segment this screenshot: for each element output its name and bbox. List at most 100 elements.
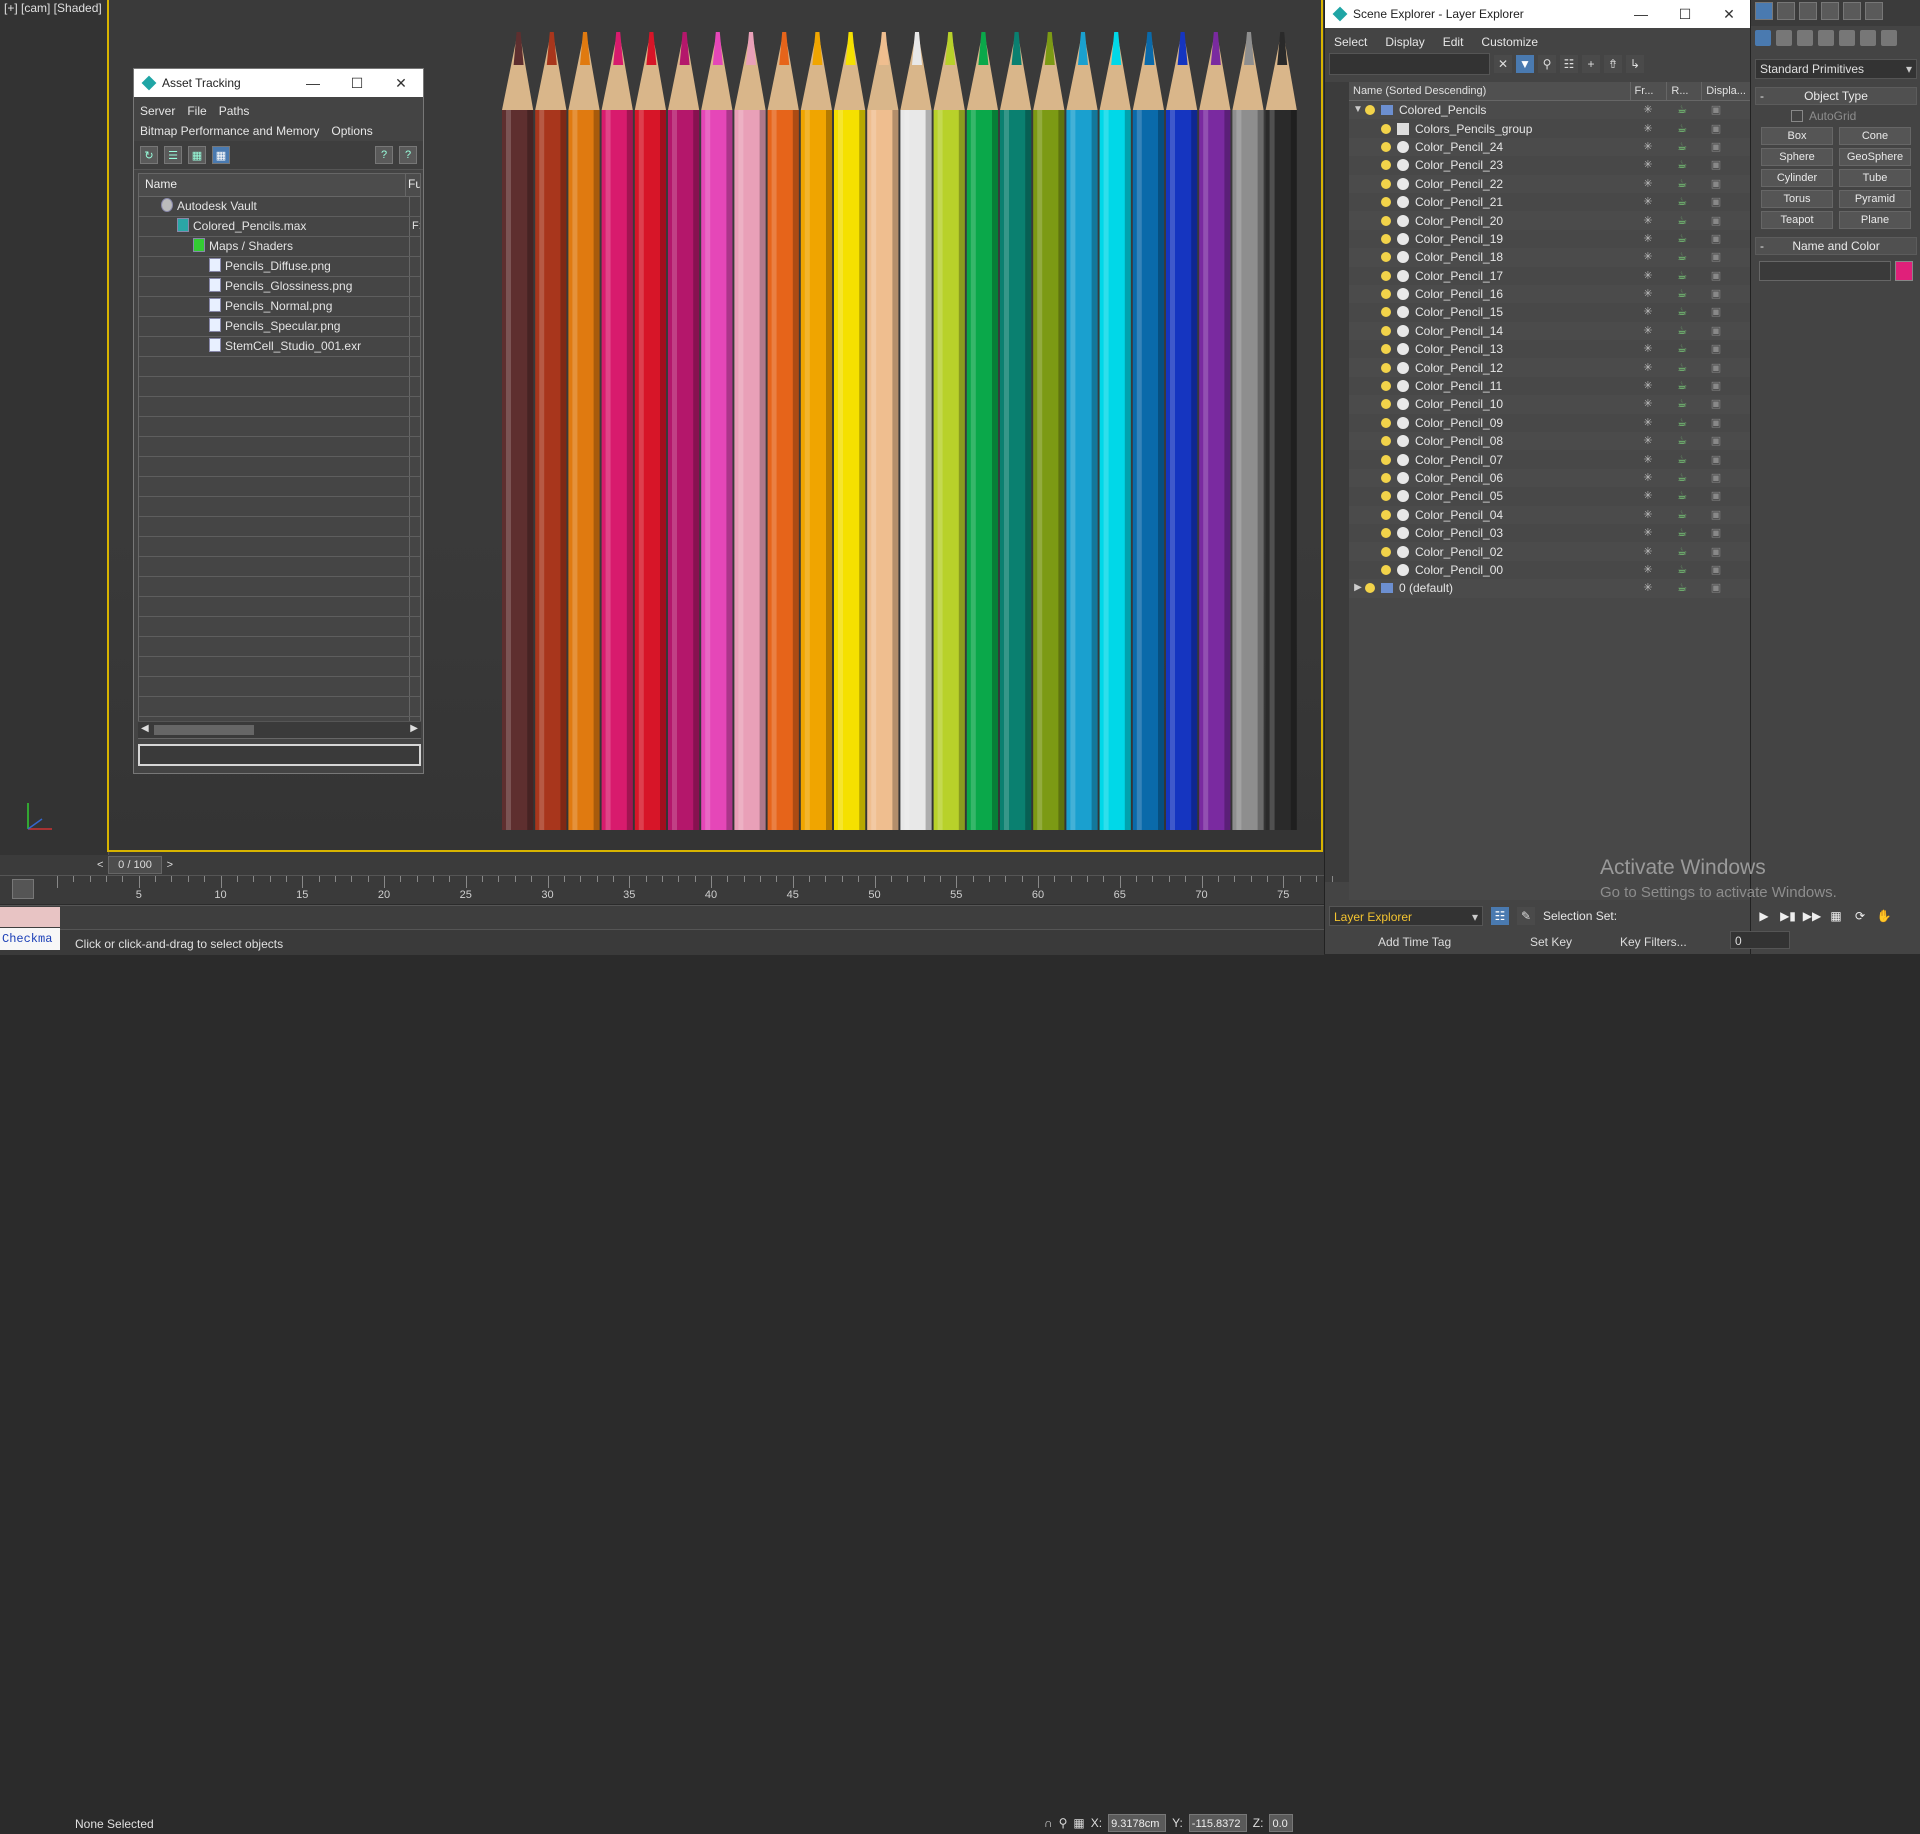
column-name[interactable]: Name — [139, 174, 405, 196]
freeze-icon[interactable]: ✳ — [1631, 469, 1665, 487]
freeze-icon[interactable]: ✳ — [1631, 212, 1665, 230]
play-icon[interactable]: ▶ — [1754, 907, 1774, 925]
freeze-icon[interactable]: ✳ — [1631, 414, 1665, 432]
primitive-cone-button[interactable]: Cone — [1839, 127, 1911, 145]
display-box-icon[interactable]: ▣ — [1699, 359, 1733, 377]
menu-file[interactable]: File — [181, 101, 212, 121]
display-box-icon[interactable]: ▣ — [1699, 193, 1733, 211]
renderable-icon[interactable]: ☕ — [1665, 120, 1699, 138]
light-bulb-icon[interactable] — [1381, 491, 1391, 502]
asset-path-field[interactable] — [138, 744, 421, 766]
display-box-icon[interactable]: ▣ — [1699, 101, 1733, 119]
light-bulb-icon[interactable] — [1381, 289, 1391, 300]
tree-object-row[interactable]: Color_Pencil_10 ✳ ☕ ▣ — [1349, 395, 1751, 414]
renderable-icon[interactable]: ☕ — [1665, 267, 1699, 285]
display-box-icon[interactable]: ▣ — [1699, 340, 1733, 358]
renderable-icon[interactable]: ☕ — [1665, 175, 1699, 193]
asset-tracking-window[interactable]: Asset Tracking — ☐ ✕ Server File Paths B… — [133, 68, 424, 774]
autogrid-checkbox[interactable]: AutoGrid — [1791, 109, 1917, 123]
freeze-icon[interactable]: ✳ — [1631, 138, 1665, 156]
light-bulb-icon[interactable] — [1381, 270, 1391, 281]
scroll-thumb[interactable] — [154, 725, 254, 735]
geometry-icon[interactable] — [1755, 30, 1771, 46]
asset-list[interactable]: Name Fu Autodesk Vault Colored_Pencils.ma… — [138, 173, 421, 739]
create-tab-icon[interactable] — [1755, 2, 1773, 20]
freeze-icon[interactable]: ✳ — [1631, 377, 1665, 395]
maxscript-listener-input[interactable]: Checkma — [0, 928, 60, 950]
renderable-icon[interactable]: ☕ — [1665, 506, 1699, 524]
systems-icon[interactable] — [1881, 30, 1897, 46]
object-color-swatch[interactable] — [1895, 261, 1913, 281]
display-box-icon[interactable]: ▣ — [1699, 579, 1733, 597]
tree-object-row[interactable]: Color_Pencil_15 ✳ ☕ ▣ — [1349, 303, 1751, 321]
prev-frame-button[interactable]: < — [97, 857, 103, 873]
primitive-type-dropdown[interactable]: Standard Primitives — [1755, 59, 1917, 79]
freeze-icon[interactable]: ✳ — [1631, 303, 1665, 321]
renderable-icon[interactable]: ☕ — [1665, 285, 1699, 303]
freeze-icon[interactable]: ✳ — [1631, 193, 1665, 211]
freeze-icon[interactable]: ✳ — [1631, 451, 1665, 469]
tree-object-row[interactable]: Color_Pencil_04 ✳ ☕ ▣ — [1349, 505, 1751, 524]
tree-object-row[interactable]: Color_Pencil_13 ✳ ☕ ▣ — [1349, 340, 1751, 358]
collapse-icon[interactable]: ▼ — [1351, 101, 1365, 119]
utilities-tab-icon[interactable] — [1865, 2, 1883, 20]
display-box-icon[interactable]: ▣ — [1699, 156, 1733, 174]
curve-editor-icon[interactable] — [12, 879, 34, 899]
magnet-icon[interactable]: ∩ — [1044, 1816, 1053, 1830]
freeze-icon[interactable]: ✳ — [1631, 561, 1665, 579]
tree-object-row[interactable]: Color_Pencil_21 ✳ ☕ ▣ — [1349, 193, 1751, 211]
asset-row[interactable] — [139, 397, 420, 417]
add-icon[interactable]: + — [1582, 55, 1600, 73]
light-bulb-icon[interactable] — [1365, 583, 1375, 594]
tree-object-row[interactable]: Color_Pencil_07 ✳ ☕ ▣ — [1349, 450, 1751, 468]
display-box-icon[interactable]: ▣ — [1699, 487, 1733, 505]
asset-row[interactable] — [139, 477, 420, 497]
asset-row[interactable]: StemCell_Studio_001.exr — [139, 337, 420, 357]
column-display[interactable]: Displa... — [1702, 82, 1751, 100]
display-box-icon[interactable]: ▣ — [1699, 414, 1733, 432]
renderable-icon[interactable]: ☕ — [1665, 432, 1699, 450]
display-box-icon[interactable]: ▣ — [1699, 285, 1733, 303]
light-bulb-icon[interactable] — [1381, 564, 1391, 575]
light-bulb-icon[interactable] — [1381, 436, 1391, 447]
selection-lock-icon[interactable]: ⚲ — [1059, 1816, 1068, 1830]
name-color-header[interactable]: Name and Color — [1755, 237, 1917, 255]
filter-icon[interactable]: ▼ — [1516, 55, 1534, 73]
tree-object-row[interactable]: Color_Pencil_00 ✳ ☕ ▣ — [1349, 561, 1751, 579]
display-box-icon[interactable]: ▣ — [1699, 506, 1733, 524]
minimize-icon[interactable]: — — [291, 75, 335, 91]
cameras-icon[interactable] — [1818, 30, 1834, 46]
light-bulb-icon[interactable] — [1381, 399, 1391, 410]
grid-view-icon[interactable]: ▦ — [212, 146, 230, 164]
asset-row[interactable] — [139, 517, 420, 537]
display-box-icon[interactable]: ▣ — [1699, 138, 1733, 156]
tree-object-row[interactable]: Color_Pencil_22 ✳ ☕ ▣ — [1349, 174, 1751, 193]
tree-object-row[interactable]: Color_Pencil_08 ✳ ☕ ▣ — [1349, 432, 1751, 451]
set-key-button[interactable]: Set Key — [1530, 935, 1572, 949]
light-bulb-icon[interactable] — [1365, 105, 1375, 116]
light-bulb-icon[interactable] — [1381, 417, 1391, 428]
freeze-icon[interactable]: ✳ — [1631, 579, 1665, 597]
scene-search-input[interactable] — [1329, 53, 1490, 75]
refresh-icon[interactable]: ↻ — [140, 146, 158, 164]
display-box-icon[interactable]: ▣ — [1699, 469, 1733, 487]
maximize-icon[interactable]: ☐ — [335, 75, 379, 92]
lock-icon[interactable]: ⚲ — [1538, 55, 1556, 73]
primitive-geosphere-button[interactable]: GeoSphere — [1839, 148, 1911, 166]
display-box-icon[interactable]: ▣ — [1699, 322, 1733, 340]
renderable-icon[interactable]: ☕ — [1665, 248, 1699, 266]
renderable-icon[interactable]: ☕ — [1665, 524, 1699, 542]
asset-row[interactable] — [139, 537, 420, 557]
column-name-sorted[interactable]: Name (Sorted Descending) — [1349, 82, 1631, 100]
display-box-icon[interactable]: ▣ — [1699, 543, 1733, 561]
menu-paths[interactable]: Paths — [213, 101, 256, 121]
freeze-icon[interactable]: ✳ — [1631, 506, 1665, 524]
maxscript-listener-mini[interactable] — [0, 907, 60, 927]
scene-explorer-window[interactable]: Scene Explorer - Layer Explorer — ☐ ✕ Se… — [1324, 0, 1751, 954]
light-bulb-icon[interactable] — [1381, 178, 1391, 189]
freeze-icon[interactable]: ✳ — [1631, 359, 1665, 377]
renderable-icon[interactable]: ☕ — [1665, 543, 1699, 561]
asset-row[interactable] — [139, 657, 420, 677]
hierarchy-icon[interactable]: ↳ — [1626, 55, 1644, 73]
asset-row[interactable] — [139, 637, 420, 657]
